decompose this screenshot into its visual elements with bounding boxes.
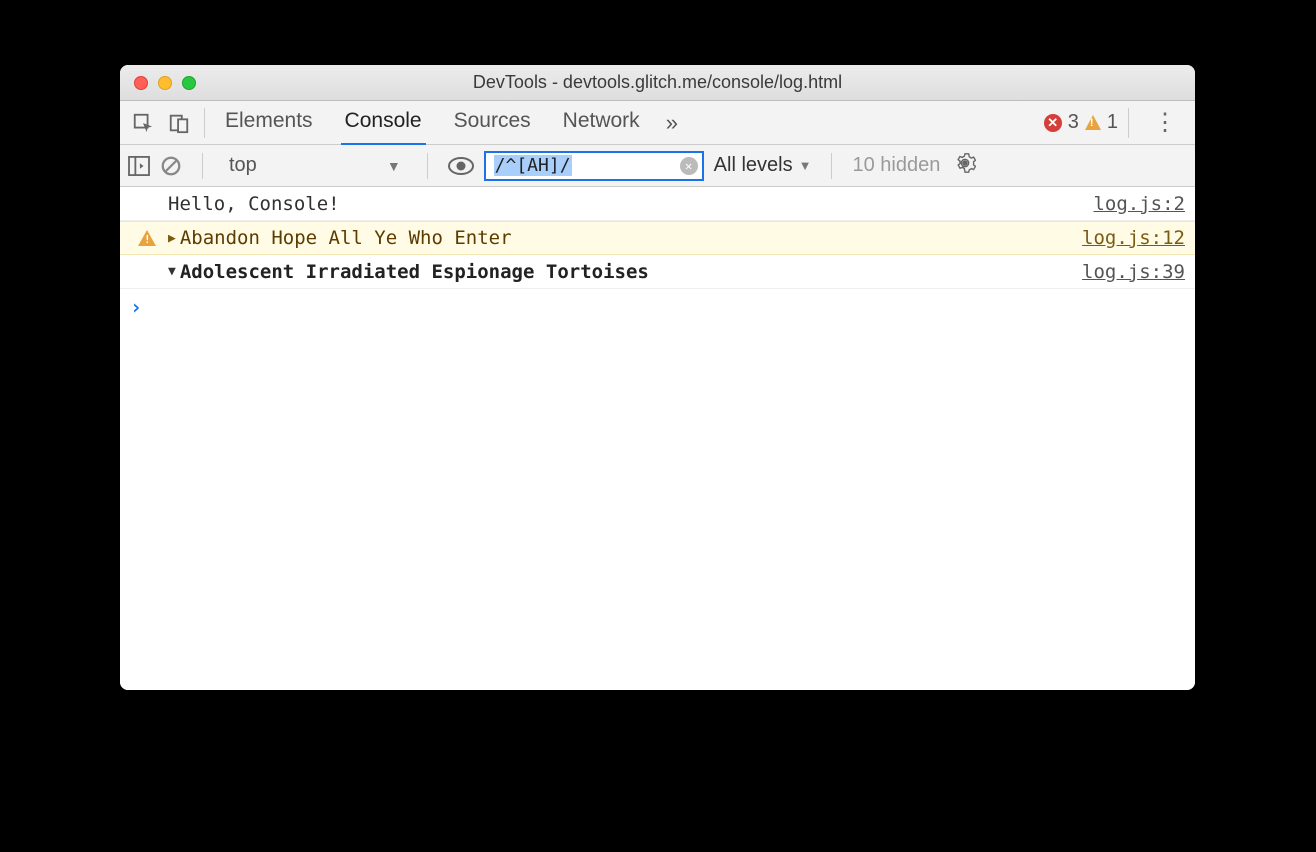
minimize-window-button[interactable] <box>158 76 172 90</box>
divider <box>204 108 205 138</box>
message-text: Adolescent Irradiated Espionage Tortoise… <box>180 261 1082 283</box>
divider <box>427 153 428 179</box>
panel-tabs: Elements Console Sources Network <box>221 100 644 146</box>
clear-console-icon[interactable] <box>160 155 182 177</box>
device-toolbar-icon[interactable] <box>168 112 190 134</box>
collapse-icon[interactable]: ▼ <box>168 264 176 279</box>
settings-kebab-icon[interactable]: ⋮ <box>1153 108 1177 137</box>
close-window-button[interactable] <box>134 76 148 90</box>
panel-tabbar: Elements Console Sources Network » ✕ 3 1… <box>120 101 1195 145</box>
warning-icon <box>1085 115 1101 130</box>
message-text: Hello, Console! <box>168 193 1093 215</box>
divider <box>202 153 203 179</box>
more-tabs-icon[interactable]: » <box>666 110 678 136</box>
hidden-count[interactable]: 10 hidden <box>852 154 940 177</box>
inspect-element-icon[interactable] <box>132 112 154 134</box>
console-row[interactable]: Hello, Console! log.js:2 <box>120 187 1195 221</box>
console-messages: Hello, Console! log.js:2 ▶ Abandon Hope … <box>120 187 1195 690</box>
context-value: top <box>229 154 257 177</box>
log-levels-select[interactable]: All levels ▼ <box>714 154 812 177</box>
chevron-down-icon: ▼ <box>799 158 812 173</box>
prompt-caret-icon: › <box>130 295 142 319</box>
message-text: Abandon Hope All Ye Who Enter <box>180 227 1082 249</box>
source-link[interactable]: log.js:2 <box>1093 193 1185 215</box>
console-row[interactable]: ▼ Adolescent Irradiated Espionage Tortoi… <box>120 255 1195 289</box>
divider <box>831 153 832 179</box>
traffic-lights <box>134 76 196 90</box>
chevron-down-icon: ▼ <box>387 158 401 174</box>
window-titlebar: DevTools - devtools.glitch.me/console/lo… <box>120 65 1195 101</box>
gear-icon[interactable] <box>954 152 976 180</box>
filter-value: /^[AH]/ <box>494 155 572 176</box>
devtools-window: DevTools - devtools.glitch.me/console/lo… <box>120 65 1195 690</box>
zoom-window-button[interactable] <box>182 76 196 90</box>
console-row[interactable]: ▶ Abandon Hope All Ye Who Enter log.js:1… <box>120 221 1195 255</box>
source-link[interactable]: log.js:39 <box>1082 261 1185 283</box>
warning-count: 1 <box>1107 111 1118 134</box>
divider <box>1128 108 1129 138</box>
console-prompt[interactable]: › <box>120 289 1195 325</box>
source-link[interactable]: log.js:12 <box>1082 227 1185 249</box>
console-toolbar: top ▼ /^[AH]/ ✕ All levels ▼ 10 hidden <box>120 145 1195 187</box>
tab-network[interactable]: Network <box>559 100 644 146</box>
tab-sources[interactable]: Sources <box>450 100 535 146</box>
levels-label: All levels <box>714 154 793 177</box>
message-counters[interactable]: ✕ 3 1 <box>1044 111 1118 134</box>
filter-input[interactable]: /^[AH]/ ✕ <box>484 151 704 181</box>
sidebar-toggle-icon[interactable] <box>128 156 150 176</box>
window-title: DevTools - devtools.glitch.me/console/lo… <box>120 72 1195 93</box>
tab-elements[interactable]: Elements <box>221 100 317 146</box>
live-expression-icon[interactable] <box>448 157 474 175</box>
warning-icon <box>138 230 156 246</box>
error-icon: ✕ <box>1044 114 1062 132</box>
expand-icon[interactable]: ▶ <box>168 231 176 246</box>
clear-filter-icon[interactable]: ✕ <box>680 157 698 175</box>
row-gutter <box>126 230 168 246</box>
context-select[interactable]: top ▼ <box>223 154 407 177</box>
error-count: 3 <box>1068 111 1079 134</box>
tab-console[interactable]: Console <box>341 100 426 146</box>
